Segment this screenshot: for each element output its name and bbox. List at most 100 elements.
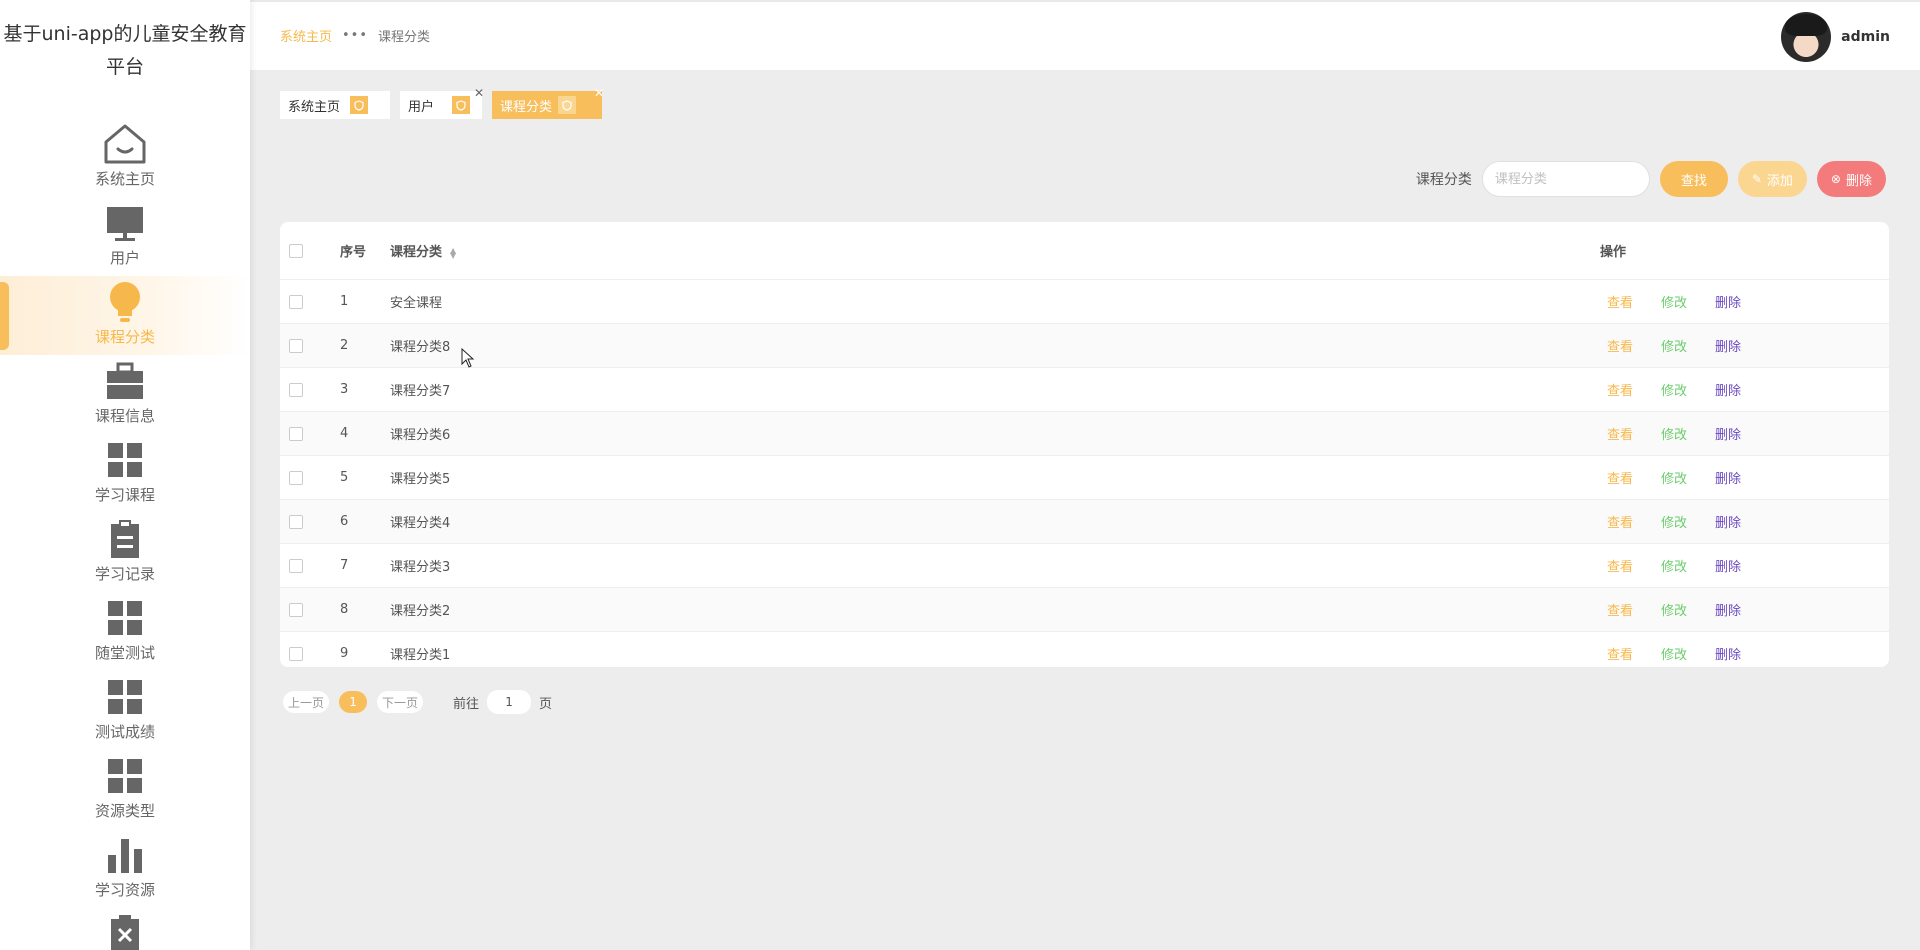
row-no: 3 [340,382,349,397]
sidebar-item-label: 课程分类 [94,328,155,346]
view-link[interactable]: 查看 [1607,600,1633,619]
avatar[interactable] [1781,12,1832,62]
breadcrumb-separator: ••• [342,28,369,43]
sidebar-item-more[interactable] [0,908,250,950]
delete-link[interactable]: 删除 [1715,292,1741,311]
sidebar-item-label: 学习资源 [94,881,155,899]
tag-users[interactable]: 用户 ✕ [400,87,484,119]
delete-button[interactable]: ⊗ 删除 [1816,161,1886,197]
row-checkbox[interactable] [289,602,303,617]
briefcase-icon [101,359,149,403]
search-button[interactable]: 查找 [1659,161,1728,197]
edit-link[interactable]: 修改 [1661,556,1687,575]
sidebar-item-quiz[interactable]: 随堂测试 [0,592,250,671]
edit-link[interactable]: 修改 [1661,600,1687,619]
sidebar-item-study-course[interactable]: 学习课程 [0,434,250,513]
sidebar-item-label: 测试成绩 [94,723,155,741]
delete-link[interactable]: 删除 [1715,644,1741,663]
delete-link[interactable]: 删除 [1715,468,1741,487]
sidebar-item-resource-type[interactable]: 资源类型 [0,750,250,829]
view-link[interactable]: 查看 [1607,380,1633,399]
tag-home[interactable]: 系统主页 [280,91,390,119]
edit-link[interactable]: 修改 [1661,292,1687,311]
select-all-checkbox[interactable] [289,243,303,258]
circle-x-icon: ⊗ [1830,172,1841,186]
page-number-current[interactable]: 1 [339,691,368,713]
edit-link[interactable]: 修改 [1661,512,1687,531]
view-link[interactable]: 查看 [1607,336,1633,355]
bar-chart-icon [101,833,149,877]
row-no: 1 [340,294,349,309]
row-checkbox[interactable] [289,470,303,485]
active-indicator [0,282,9,350]
row-checkbox[interactable] [289,514,303,529]
row-actions: 查看 修改 删除 [1607,380,1769,399]
row-checkbox[interactable] [289,382,303,397]
sidebar-item-label: 系统主页 [94,170,155,188]
delete-link[interactable]: 删除 [1715,336,1741,355]
grid-icon [101,675,149,719]
table-row: 4 课程分类6 查看 修改 删除 [280,412,1889,456]
next-page-button[interactable]: 下一页 [377,691,424,713]
edit-link[interactable]: 修改 [1661,468,1687,487]
search-input[interactable] [1481,161,1650,197]
data-table: 序号 课程分类 ▲ ▼ 操作 1 安全课程 查看 修改 删除 2 课程分类8 查看 修改 删除 3 课程分… [280,222,1889,667]
view-link[interactable]: 查看 [1607,556,1633,575]
add-button-label: 添加 [1766,173,1793,189]
sidebar-item-users[interactable]: 用户 [0,197,250,276]
delete-link[interactable]: 删除 [1715,512,1741,531]
row-actions: 查看 修改 删除 [1607,468,1769,487]
edit-link[interactable]: 修改 [1661,380,1687,399]
sidebar-item-label: 资源类型 [94,802,155,820]
mouse-cursor-icon [461,348,475,368]
row-actions: 查看 修改 删除 [1607,336,1769,355]
shield-icon [350,96,369,114]
breadcrumb-home[interactable]: 系统主页 [280,26,332,45]
table-row: 1 安全课程 查看 修改 删除 [280,280,1889,324]
sidebar-item-course-category[interactable]: 课程分类 [0,276,250,355]
sidebar-item-study-record[interactable]: 学习记录 [0,513,250,592]
table-row: 3 课程分类7 查看 修改 删除 [280,368,1889,412]
user-menu[interactable]: admin [1781,12,1890,62]
user-name[interactable]: admin [1841,29,1890,45]
tag-course-category[interactable]: 课程分类 ✕ [492,87,604,119]
column-header-name-label: 课程分类 [390,245,443,260]
table-header: 序号 课程分类 ▲ ▼ 操作 [280,222,1889,280]
row-checkbox[interactable] [289,426,303,441]
view-link[interactable]: 查看 [1607,644,1633,663]
row-checkbox[interactable] [289,558,303,573]
delete-link[interactable]: 删除 [1715,380,1741,399]
prev-page-button[interactable]: 上一页 [283,691,330,713]
view-link[interactable]: 查看 [1607,468,1633,487]
delete-link[interactable]: 删除 [1715,424,1741,443]
search-bar: 课程分类 查找 ✎ 添加 ⊗ 删除 [1416,161,1886,197]
view-link[interactable]: 查看 [1607,292,1633,311]
row-checkbox[interactable] [289,646,303,661]
row-actions: 查看 修改 删除 [1607,644,1769,663]
sidebar-item-home[interactable]: 系统主页 [0,118,250,197]
sidebar-item-label: 随堂测试 [94,644,155,662]
table-body: 1 安全课程 查看 修改 删除 2 课程分类8 查看 修改 删除 3 课程分类7 查看 修改 删除 4 课程分类… [280,280,1889,667]
sort-icon[interactable]: ▲ ▼ [450,246,456,259]
row-checkbox[interactable] [289,338,303,353]
column-header-ops: 操作 [1600,245,1627,260]
row-actions: 查看 修改 删除 [1607,424,1769,443]
shield-icon [452,96,470,114]
add-button[interactable]: ✎ 添加 [1737,161,1807,197]
edit-link[interactable]: 修改 [1661,644,1687,663]
sidebar-item-test-score[interactable]: 测试成绩 [0,671,250,750]
sidebar-item-course-info[interactable]: 课程信息 [0,355,250,434]
delete-link[interactable]: 删除 [1715,600,1741,619]
close-icon[interactable]: ✕ [594,87,604,99]
edit-link[interactable]: 修改 [1661,336,1687,355]
close-icon[interactable]: ✕ [474,87,484,99]
view-link[interactable]: 查看 [1607,512,1633,531]
goto-page-input[interactable] [487,690,532,714]
edit-link[interactable]: 修改 [1661,424,1687,443]
view-link[interactable]: 查看 [1607,424,1633,443]
row-name: 课程分类5 [390,472,451,487]
delete-link[interactable]: 删除 [1715,556,1741,575]
sidebar-item-study-resource[interactable]: 学习资源 [0,829,250,908]
column-header-name[interactable]: 课程分类 ▲ ▼ [390,241,456,260]
row-checkbox[interactable] [289,294,303,309]
